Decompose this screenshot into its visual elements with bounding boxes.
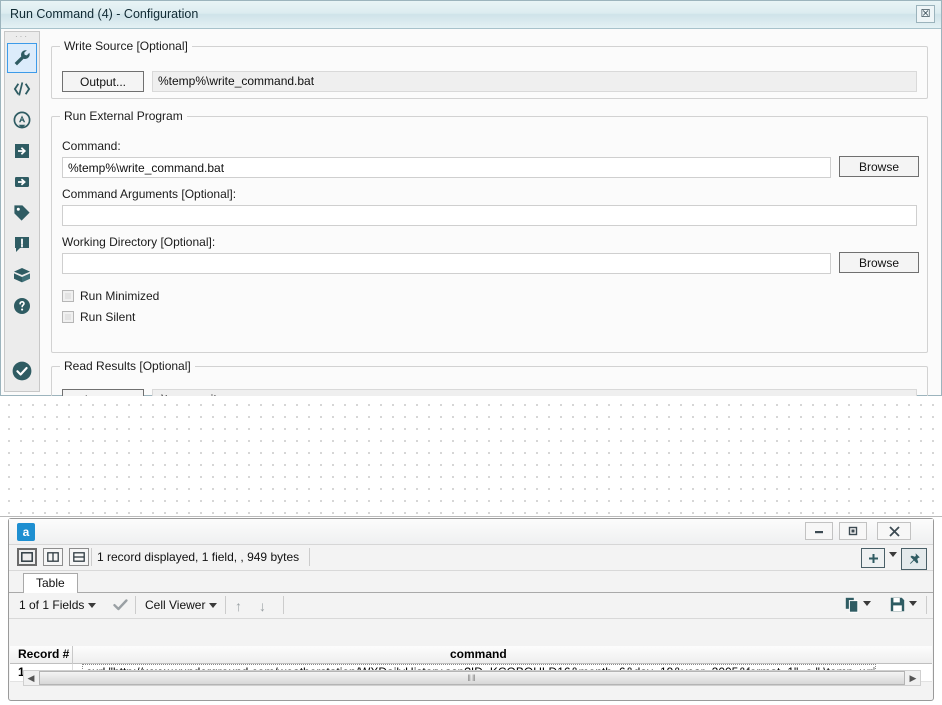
command-arguments-input[interactable] xyxy=(62,205,917,226)
rail-item-incoming-connections[interactable] xyxy=(7,136,37,166)
horizontal-scrollbar[interactable]: ◀ ‖‖ ▶ xyxy=(23,670,921,686)
page-title: Run Command (4) - Configuration xyxy=(10,7,199,21)
run-minimized-checkbox[interactable] xyxy=(62,290,74,302)
read-results-legend: Read Results [Optional] xyxy=(64,359,191,373)
rail-item-assets[interactable] xyxy=(7,260,37,290)
column-header-command[interactable]: command xyxy=(450,647,507,661)
write-source-legend: Write Source [Optional] xyxy=(64,39,188,53)
run-silent-label: Run Silent xyxy=(80,310,136,324)
annotation-circle-icon xyxy=(12,110,32,130)
run-silent-row[interactable]: Run Silent xyxy=(62,310,135,324)
view-mode-selector[interactable]: Cell Viewer xyxy=(145,598,218,612)
fields-divider-3 xyxy=(283,596,284,614)
rail-item-apply[interactable] xyxy=(5,360,39,385)
results-window: a 1 record displayed, 1 field, , 949 byt… xyxy=(8,518,934,701)
write-source-group: Write Source [Optional] Output... %temp%… xyxy=(51,39,928,99)
scroll-left-arrow-icon[interactable]: ◀ xyxy=(24,671,38,685)
results-titlebar: a xyxy=(9,519,933,545)
fields-selector-label: 1 of 1 Fields xyxy=(19,598,85,612)
copy-dropdown-icon[interactable] xyxy=(863,601,871,606)
column-header-record[interactable]: Record # xyxy=(18,647,69,661)
rail-item-outgoing-connections[interactable] xyxy=(7,167,37,197)
working-directory-label: Working Directory [Optional]: xyxy=(62,235,216,249)
toolbar-divider-1 xyxy=(91,548,92,566)
package-icon xyxy=(12,265,32,285)
command-input[interactable] xyxy=(62,157,831,178)
fields-selector[interactable]: 1 of 1 Fields xyxy=(19,598,97,612)
split-vertical-icon[interactable] xyxy=(43,548,63,566)
output-button[interactable]: Output... xyxy=(62,71,144,92)
application-root: Run Command (4) - Configuration ☒ ··· Wr… xyxy=(0,0,942,705)
scrollbar-thumb[interactable]: ‖‖ xyxy=(39,671,905,685)
rail-item-annotation[interactable] xyxy=(7,105,37,135)
configuration-window: Run Command (4) - Configuration ☒ ··· Wr… xyxy=(0,0,942,413)
code-brackets-icon xyxy=(12,79,32,99)
add-tab-dropdown-icon[interactable] xyxy=(889,552,897,557)
add-tab-button[interactable] xyxy=(861,548,885,568)
scroll-right-arrow-icon[interactable]: ▶ xyxy=(906,671,920,685)
column-divider[interactable] xyxy=(72,646,73,664)
fields-divider-4 xyxy=(926,596,927,614)
split-horizontal-icon[interactable] xyxy=(69,548,89,566)
save-icon[interactable] xyxy=(890,597,905,612)
close-icon[interactable]: ☒ xyxy=(916,5,935,23)
toolbar-divider-2 xyxy=(309,548,310,566)
configuration-body: ··· Write Source [Optional] Output... %t… xyxy=(1,29,941,413)
check-icon[interactable] xyxy=(113,598,128,612)
rail-drag-dots: ··· xyxy=(15,32,29,41)
tool-icon-rail: ··· xyxy=(4,31,40,392)
results-toolbar: 1 record displayed, 1 field, , 949 bytes xyxy=(9,545,933,571)
view-mode-label: Cell Viewer xyxy=(145,598,206,612)
rail-item-tag[interactable] xyxy=(7,198,37,228)
rail-item-messages[interactable] xyxy=(7,229,37,259)
minimize-button[interactable] xyxy=(805,522,833,540)
fields-divider-1 xyxy=(135,596,136,614)
wrench-icon xyxy=(12,48,32,68)
input-arrow-icon xyxy=(12,141,32,161)
rail-item-xml-view[interactable] xyxy=(7,74,37,104)
output-arrow-icon xyxy=(12,172,32,192)
tag-icon xyxy=(12,203,32,223)
run-external-program-group: Run External Program Command: Browse Com… xyxy=(51,109,928,353)
fields-divider-2 xyxy=(225,596,226,614)
configuration-panel: Write Source [Optional] Output... %temp%… xyxy=(43,31,936,413)
record-status-text: 1 record displayed, 1 field, , 949 bytes xyxy=(97,550,300,564)
fields-toolbar: 1 of 1 Fields Cell Viewer ↑ ↓ xyxy=(9,593,933,619)
workflow-canvas[interactable]: C:\ Run write_command.bat xyxy=(0,396,942,517)
move-up-arrow-icon[interactable]: ↑ xyxy=(235,598,242,614)
working-directory-browse-button[interactable]: Browse xyxy=(839,252,919,273)
help-circle-icon xyxy=(12,296,32,316)
command-arguments-label: Command Arguments [Optional]: xyxy=(62,187,237,201)
command-label: Command: xyxy=(62,139,121,153)
run-silent-checkbox[interactable] xyxy=(62,311,74,323)
results-grid-header: Record # command xyxy=(10,646,932,664)
restore-button[interactable] xyxy=(839,522,867,540)
results-tabstrip: Table xyxy=(9,571,933,593)
run-minimized-label: Run Minimized xyxy=(80,289,160,303)
write-source-path[interactable]: %temp%\write_command.bat xyxy=(152,71,917,92)
run-external-legend: Run External Program xyxy=(64,109,183,123)
working-directory-input[interactable] xyxy=(62,253,831,274)
command-browse-button[interactable]: Browse xyxy=(839,156,919,177)
alert-comment-icon xyxy=(12,234,32,254)
pin-icon[interactable] xyxy=(901,548,927,570)
tab-table[interactable]: Table xyxy=(23,573,78,593)
copy-icon[interactable] xyxy=(845,597,859,613)
save-dropdown-icon[interactable] xyxy=(909,601,917,606)
rail-item-configuration[interactable] xyxy=(7,43,37,73)
run-minimized-row[interactable]: Run Minimized xyxy=(62,289,159,303)
single-pane-icon[interactable] xyxy=(17,548,37,566)
rail-item-help[interactable] xyxy=(7,291,37,321)
app-logo-icon: a xyxy=(17,523,35,541)
move-down-arrow-icon[interactable]: ↓ xyxy=(259,598,266,614)
configuration-titlebar: Run Command (4) - Configuration ☒ xyxy=(1,1,941,29)
check-circle-icon xyxy=(11,360,33,385)
close-button[interactable] xyxy=(877,522,911,540)
